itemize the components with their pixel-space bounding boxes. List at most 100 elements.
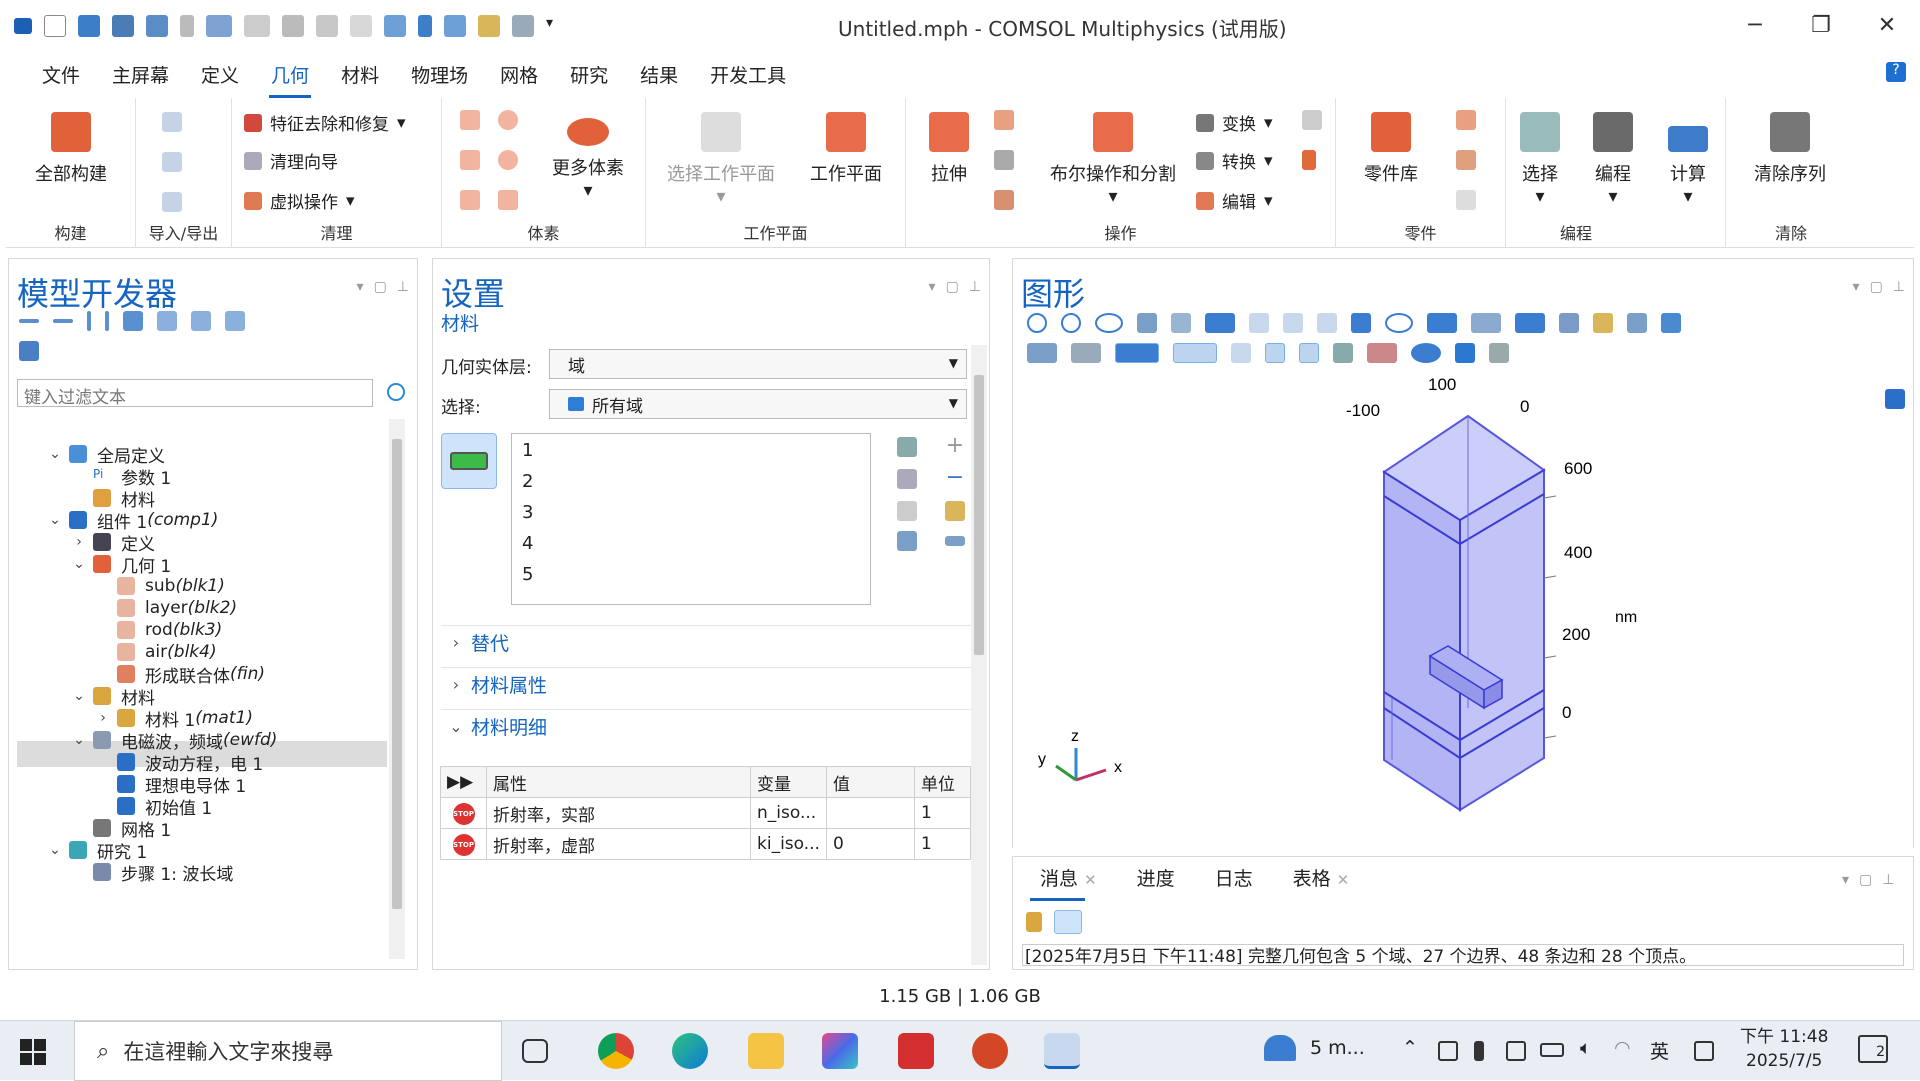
col-variable[interactable]: 变量 xyxy=(750,766,827,798)
reset-hiding-icon[interactable] xyxy=(1661,313,1681,333)
part-instance-icon[interactable] xyxy=(1456,150,1476,170)
expand-icon[interactable] xyxy=(157,311,177,331)
domain-item[interactable]: 3 xyxy=(522,502,533,523)
geom-level-dropdown[interactable]: 域 xyxy=(549,349,967,379)
geometry-view[interactable]: -100 100 0 600 400 200 nm 0 z y x xyxy=(1012,368,1912,840)
more-primitives-button[interactable]: 更多体素 ▾ xyxy=(538,112,638,201)
import-icon[interactable] xyxy=(162,112,182,132)
cut-icon[interactable] xyxy=(282,15,304,37)
virtual-ops-button[interactable]: 虚拟操作 ▾ xyxy=(244,188,355,213)
expand-all-icon[interactable]: ▶▶ xyxy=(440,766,487,798)
sweep-icon[interactable] xyxy=(994,150,1014,170)
sphere-icon[interactable] xyxy=(498,110,518,130)
ellipsoid-icon[interactable] xyxy=(498,150,518,170)
cone-icon[interactable] xyxy=(460,150,480,170)
render-mode-icon[interactable] xyxy=(1115,343,1159,363)
wifi-icon[interactable]: ◠ xyxy=(1614,1037,1631,1059)
filter-icon[interactable] xyxy=(19,341,39,361)
clear-messages-icon[interactable] xyxy=(1026,912,1042,932)
forward-arrow-icon[interactable] xyxy=(53,319,73,323)
extrude-button[interactable]: 拉伸 xyxy=(914,112,984,186)
restore-button[interactable]: ❐ xyxy=(1788,0,1854,50)
camera-icon[interactable] xyxy=(1455,343,1475,363)
parts-icon[interactable] xyxy=(1456,110,1476,130)
m365-icon[interactable] xyxy=(822,1033,858,1069)
save-icon[interactable] xyxy=(112,15,134,37)
filter-input[interactable]: 键入过滤文本 xyxy=(17,379,373,408)
tab-table[interactable]: 表格 ✕ xyxy=(1273,860,1370,895)
tree-toggle-icon[interactable]: › xyxy=(71,534,87,550)
tab-messages[interactable]: 消息 ✕ xyxy=(1020,860,1117,901)
collapse-icon[interactable] xyxy=(191,311,211,331)
transform-button[interactable]: 变换 ▾ xyxy=(1196,110,1273,135)
view-axis-icon[interactable] xyxy=(1205,313,1235,333)
print-icon[interactable] xyxy=(1489,343,1509,363)
domain-item[interactable]: 4 xyxy=(522,533,533,554)
customize-quick-access-icon[interactable]: ▾ xyxy=(546,15,568,37)
helix-icon[interactable] xyxy=(498,190,518,210)
paste-icon[interactable] xyxy=(350,15,372,37)
redo-icon[interactable] xyxy=(244,15,270,37)
axis-icon[interactable] xyxy=(1299,343,1319,363)
edit-button[interactable]: 编辑 ▾ xyxy=(1196,188,1273,213)
ime-mode-icon[interactable] xyxy=(1694,1041,1714,1061)
search-input[interactable]: 在這裡輸入文字來搜尋 xyxy=(123,1036,333,1066)
select-objects-icon[interactable] xyxy=(1427,313,1457,333)
file-explorer-icon[interactable] xyxy=(748,1033,784,1069)
move-up-icon[interactable] xyxy=(87,311,91,331)
active-toggle-button[interactable] xyxy=(441,433,497,489)
boolean-button[interactable]: 布尔操作和分割 ▾ xyxy=(1038,112,1188,207)
wireframe-icon[interactable] xyxy=(1173,343,1217,363)
select-button[interactable]: 选择 ▾ xyxy=(1510,112,1570,207)
part-more-icon[interactable] xyxy=(1456,190,1476,210)
weather-icon[interactable] xyxy=(1264,1035,1296,1061)
domain-list[interactable]: 1 2 3 4 5 xyxy=(511,433,871,605)
message-mode-icon[interactable] xyxy=(1054,910,1082,934)
windows-start-icon[interactable] xyxy=(20,1039,46,1065)
panel-menu-icon[interactable]: ▾ xyxy=(1842,872,1849,888)
export-icon[interactable] xyxy=(162,152,182,172)
edge-icon[interactable] xyxy=(672,1033,708,1069)
tree-toggle-icon[interactable]: ⌄ xyxy=(47,446,63,462)
open-folder-icon[interactable] xyxy=(78,15,100,37)
add-to-selection-icon[interactable]: + xyxy=(945,435,965,457)
tree-toggle-icon[interactable]: › xyxy=(95,710,111,726)
col-unit[interactable]: 单位 xyxy=(914,766,971,798)
zoom-box-icon[interactable] xyxy=(1095,313,1123,333)
layout-icon[interactable] xyxy=(225,311,245,331)
clear-selection-icon[interactable] xyxy=(897,501,917,521)
maximize-icon[interactable]: ▢ xyxy=(1859,872,1872,888)
block-icon[interactable] xyxy=(460,110,480,130)
pin-icon[interactable]: ⊥ xyxy=(397,279,409,295)
chrome-icon[interactable] xyxy=(598,1033,634,1069)
maximize-icon[interactable]: ▢ xyxy=(1870,279,1883,295)
copy-icon[interactable] xyxy=(316,15,338,37)
comsol-taskbar-icon[interactable] xyxy=(1044,1033,1080,1069)
microphone-icon[interactable] xyxy=(1474,1041,1484,1061)
import-export-more-icon[interactable] xyxy=(162,192,182,212)
copy-selection-icon[interactable] xyxy=(897,469,917,489)
col-value[interactable]: 值 xyxy=(826,766,915,798)
selection-dropdown[interactable]: 所有域 xyxy=(549,389,967,419)
transparency-toggle-icon[interactable] xyxy=(1231,343,1251,363)
weather-text[interactable]: 5 m... xyxy=(1310,1037,1365,1059)
select-tool-icon[interactable] xyxy=(478,15,500,37)
revolve-icon[interactable] xyxy=(994,110,1014,130)
notification-icon[interactable]: 2 xyxy=(1858,1035,1888,1063)
battery-icon[interactable] xyxy=(1540,1043,1564,1057)
delete-entities-icon[interactable] xyxy=(1302,150,1316,170)
workplane-button[interactable]: 工作平面 xyxy=(796,112,896,186)
domain-item[interactable]: 2 xyxy=(522,471,533,492)
section-material-properties[interactable]: › 材料属性 xyxy=(441,667,981,701)
rotate-icon[interactable] xyxy=(1385,313,1413,333)
help-button[interactable]: ? xyxy=(1886,62,1906,82)
cylinder-icon[interactable] xyxy=(460,190,480,210)
grid-icon[interactable] xyxy=(1265,343,1285,363)
menu-mesh[interactable]: 网格 xyxy=(484,55,554,94)
convert-button[interactable]: 转换 ▾ xyxy=(1196,148,1273,173)
find-icon[interactable] xyxy=(512,15,534,37)
menu-home[interactable]: 主屏幕 xyxy=(96,55,185,94)
panel-menu-icon[interactable]: ▾ xyxy=(929,279,936,295)
table-row[interactable]: STOP 折射率，实部 n_iso... 1 xyxy=(440,797,971,829)
clean-wizard-button[interactable]: 清理向导 xyxy=(244,148,338,173)
